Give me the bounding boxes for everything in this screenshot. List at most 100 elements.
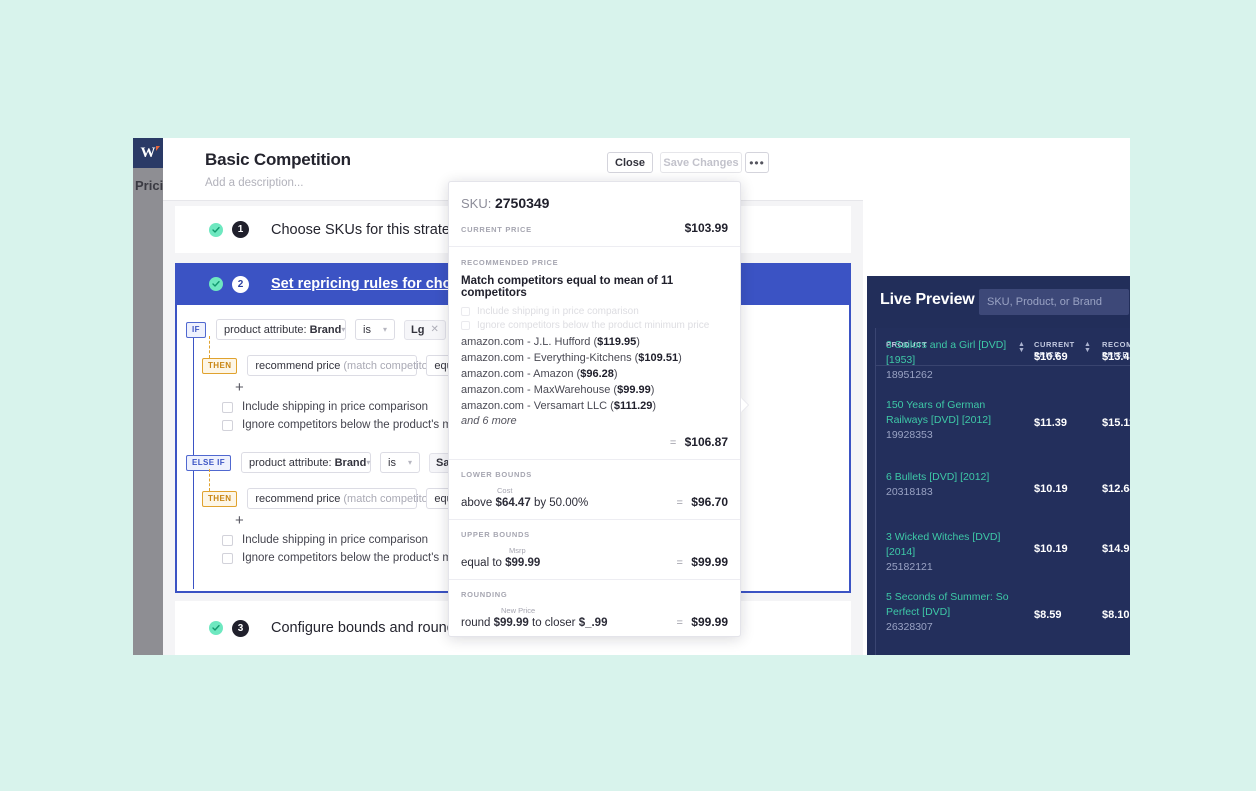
add-action-icon[interactable]: + xyxy=(235,512,244,529)
recommended-result-row: = $106.87 xyxy=(461,435,728,449)
upper-bounds-field: Msrp xyxy=(509,546,526,555)
then-badge: THEN xyxy=(202,357,238,374)
competitor-line: amazon.com - Everything-Kitchens ($109.5… xyxy=(461,352,682,364)
product-cell: 150 Years of German Railways [DVD] [2012… xyxy=(886,398,1026,443)
competitor-list: amazon.com - J.L. Hufford ($119.95) amazo… xyxy=(461,334,728,414)
ghost-include-shipping-row: Include shipping in price comparison xyxy=(461,306,728,317)
recommended-price-cell: $14.93 xyxy=(1102,543,1130,555)
more-options-button[interactable]: ••• xyxy=(745,152,769,173)
attribute-select[interactable]: product attribute: Brand ▾ xyxy=(216,319,346,340)
lower-bounds-row: above $64.47 by 50.00% = $96.70 xyxy=(461,495,728,509)
ghost-ignore-competitors-checkbox xyxy=(461,321,470,330)
app-logo[interactable]: W xyxy=(133,138,163,168)
product-link[interactable]: 150 Years of German Railways [DVD] [2012… xyxy=(886,399,991,426)
rounding-row: round $99.99 to closer $_.99 = $99.99 xyxy=(461,615,728,629)
include-shipping-checkbox[interactable] xyxy=(222,401,233,413)
table-row[interactable]: 3 Wicked Witches [DVD] [2014] 25182121 $10… xyxy=(876,520,1130,580)
value-chip[interactable]: Lg ✕ xyxy=(404,319,446,340)
table-row[interactable]: 5 Seconds of Summer: So Perfect [DVD] 263… xyxy=(876,580,1130,652)
product-sku: 18951262 xyxy=(886,369,933,381)
product-link[interactable]: 5 Seconds of Summer: So Perfect [DVD] xyxy=(886,591,1009,618)
product-link[interactable]: 3 Wicked Witches [DVD] [2014] xyxy=(886,531,1000,558)
competitor-line: amazon.com - J.L. Hufford ($119.95) xyxy=(461,336,640,348)
include-shipping-checkbox-row[interactable]: Include shipping in price comparison xyxy=(222,401,428,413)
recommended-result-value: $106.87 xyxy=(684,435,728,449)
sku-value: 2750349 xyxy=(494,195,550,211)
chevron-down-icon: ▾ xyxy=(382,325,387,334)
chevron-down-icon: ▾ xyxy=(341,325,346,334)
current-price-row: CURRENT PRICE $103.99 xyxy=(461,221,728,246)
popover-caret-icon xyxy=(741,398,748,412)
lower-bounds-section: LOWER BOUNDS Cost above $64.47 by 50.00%… xyxy=(449,460,740,519)
current-price-value: $103.99 xyxy=(684,221,728,235)
equals-sign: = xyxy=(676,497,683,509)
attribute-select[interactable]: product attribute: Brand ▾ xyxy=(241,452,372,473)
step-number: 1 xyxy=(232,221,249,238)
include-shipping-checkbox[interactable] xyxy=(222,534,233,546)
current-price-cell: $10.69 xyxy=(1034,351,1068,363)
ignore-competitors-checkbox[interactable] xyxy=(222,419,233,431)
live-preview-panel: Live Preview Preview is Current PRODUCT … xyxy=(867,276,1130,655)
table-row[interactable]: 6 Bullets [DVD] [2012] 20318183 $10.19 $12.… xyxy=(876,460,1130,520)
recommended-price-cell: $15.11 xyxy=(1102,417,1130,429)
recommended-price-cell: $13.45 xyxy=(1102,351,1130,363)
then-badge: THEN xyxy=(202,490,238,507)
competitor-name: amazon.com - J.L. Hufford ( xyxy=(461,336,598,348)
ghost-ignore-competitors-row: Ignore competitors below the product min… xyxy=(461,320,728,331)
product-sku: 20318183 xyxy=(886,486,933,498)
description-input[interactable]: Add a description... xyxy=(205,177,303,189)
step-number: 3 xyxy=(232,619,249,637)
action-label: recommend price xyxy=(255,359,341,372)
chevron-down-icon: ▾ xyxy=(408,458,413,467)
table-row[interactable]: 150 Years of German Railways [DVD] [2012… xyxy=(876,388,1130,460)
lower-bounds-result: $96.70 xyxy=(691,495,728,509)
upper-bounds-amount: $99.99 xyxy=(505,557,541,569)
current-price-label: CURRENT PRICE xyxy=(461,225,532,234)
recommended-price-cell: $8.10 xyxy=(1102,609,1130,621)
action-select[interactable]: recommend price (match competitors) ▾ xyxy=(247,488,445,509)
competitor-line: amazon.com - MaxWarehouse ($99.99) xyxy=(461,384,655,396)
chevron-down-icon: ▾ xyxy=(366,458,371,467)
operator-select[interactable]: is ▾ xyxy=(380,452,421,473)
product-cell: 5 Seconds of Summer: So Perfect [DVD] 263… xyxy=(886,590,1026,635)
page-title: Basic Competition xyxy=(205,150,351,169)
equals-sign: = xyxy=(669,437,677,449)
upper-bounds-expression: equal to $99.99 xyxy=(461,557,540,569)
value-chip-label: Lg xyxy=(411,323,425,336)
rounding-field: New Price xyxy=(501,606,536,615)
competitor-line: amazon.com - Versamart LLC ($111.29) xyxy=(461,400,657,412)
ghost-include-shipping-label: Include shipping in price comparison xyxy=(477,306,639,317)
save-changes-button[interactable]: Save Changes xyxy=(660,152,742,173)
search-input[interactable] xyxy=(987,296,1129,308)
search-box[interactable] xyxy=(979,289,1129,315)
recommended-price-label: RECOMMENDED PRICE xyxy=(461,258,559,267)
close-button[interactable]: Close xyxy=(607,152,653,173)
remove-chip-icon[interactable]: ✕ xyxy=(430,324,438,335)
competitor-price: $109.51 xyxy=(638,352,679,364)
competitor-name: amazon.com - Everything-Kitchens ( xyxy=(461,352,639,364)
table-row[interactable]: EC50 Espresso Machine with 15 bars of pr… xyxy=(876,652,1130,655)
table-row[interactable]: 3 Sailors and a Girl [DVD] [1953] 1895126… xyxy=(876,328,1130,388)
add-action-icon[interactable]: + xyxy=(235,379,244,396)
recommended-rule-text: Match competitors equal to mean of 11 co… xyxy=(461,275,674,299)
rounding-expression: round $99.99 to closer $_.99 xyxy=(461,617,607,629)
lower-bounds-amount: $64.47 xyxy=(495,497,531,509)
popover-sku-section: SKU: 2750349 CURRENT PRICE $103.99 xyxy=(449,182,740,246)
action-select[interactable]: recommend price (match competitors) ▾ xyxy=(247,355,445,376)
competitor-price: $111.29 xyxy=(613,400,653,412)
lower-bounds-expr-b: by 50.00% xyxy=(533,497,589,509)
product-link[interactable]: 3 Sailors and a Girl [DVD] [1953] xyxy=(886,339,1006,366)
current-price-cell: $10.19 xyxy=(1034,543,1068,555)
product-link[interactable]: 6 Bullets [DVD] [2012] xyxy=(886,471,989,483)
rounding-section: ROUNDING New Price round $99.99 to close… xyxy=(449,580,740,636)
attribute-value: Brand xyxy=(309,323,342,336)
current-price-cell: $10.19 xyxy=(1034,483,1068,495)
ignore-competitors-checkbox[interactable] xyxy=(222,552,233,564)
operator-select[interactable]: is ▾ xyxy=(355,319,395,340)
sku-label: SKU: xyxy=(461,196,492,211)
check-icon xyxy=(209,621,223,635)
sku-line: SKU: 2750349 xyxy=(461,195,728,211)
rail-section-label: Pricing xyxy=(135,178,163,193)
rounding-label: ROUNDING xyxy=(461,590,508,599)
include-shipping-checkbox-row-2[interactable]: Include shipping in price comparison xyxy=(222,534,428,546)
